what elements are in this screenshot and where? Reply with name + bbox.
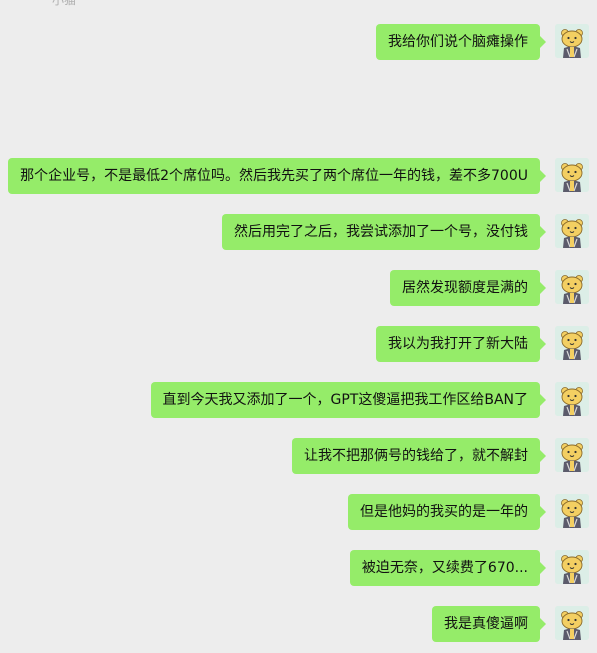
message-row: 我给你们说个脑瘫操作 (376, 24, 589, 60)
message-row: 我以为我打开了新大陆 (376, 326, 589, 362)
cartoon-bear-avatar-icon (555, 438, 589, 472)
partial-top-text: 小猫 (52, 0, 77, 7)
message-bubble[interactable]: 但是他妈的我买的是一年的 (348, 494, 546, 530)
message-bubble[interactable]: 然后用完了之后，我尝试添加了一个号，没付钱 (222, 214, 546, 250)
message-row: 那个企业号，不是最低2个席位吗。然后我先买了两个席位一年的钱，差不多700U (8, 158, 589, 194)
avatar[interactable] (555, 326, 589, 360)
message-row: 居然发现额度是满的 (390, 270, 589, 306)
avatar[interactable] (555, 270, 589, 304)
cartoon-bear-avatar-icon (555, 270, 589, 304)
avatar[interactable] (555, 494, 589, 528)
avatar[interactable] (555, 382, 589, 416)
message-bubble[interactable]: 我给你们说个脑瘫操作 (376, 24, 546, 60)
message-bubble[interactable]: 我以为我打开了新大陆 (376, 326, 546, 362)
cartoon-bear-avatar-icon (555, 214, 589, 248)
message-bubble[interactable]: 我是真傻逼啊 (432, 606, 546, 642)
message-row: 我是真傻逼啊 (432, 606, 589, 642)
avatar[interactable] (555, 550, 589, 584)
cartoon-bear-avatar-icon (555, 158, 589, 192)
message-bubble[interactable]: 直到今天我又添加了一个，GPT这傻逼把我工作区给BAN了 (150, 382, 546, 418)
message-row: 然后用完了之后，我尝试添加了一个号，没付钱 (222, 214, 589, 250)
message-row: 直到今天我又添加了一个，GPT这傻逼把我工作区给BAN了 (150, 382, 589, 418)
cartoon-bear-avatar-icon (555, 606, 589, 640)
avatar[interactable] (555, 158, 589, 192)
message-row: 但是他妈的我买的是一年的 (348, 494, 589, 530)
cartoon-bear-avatar-icon (555, 24, 589, 58)
message-row: 被迫无奈，又续费了670... (349, 550, 589, 586)
message-bubble[interactable]: 居然发现额度是满的 (390, 270, 546, 306)
cartoon-bear-avatar-icon (555, 494, 589, 528)
message-bubble[interactable]: 让我不把那俩号的钱给了，就不解封 (292, 438, 546, 474)
avatar[interactable] (555, 214, 589, 248)
avatar[interactable] (555, 438, 589, 472)
message-bubble[interactable]: 被迫无奈，又续费了670... (349, 550, 547, 586)
cartoon-bear-avatar-icon (555, 326, 589, 360)
avatar[interactable] (555, 24, 589, 58)
message-bubble[interactable]: 那个企业号，不是最低2个席位吗。然后我先买了两个席位一年的钱，差不多700U (8, 158, 546, 194)
avatar[interactable] (555, 606, 589, 640)
cartoon-bear-avatar-icon (555, 382, 589, 416)
chat-area: 小猫 我给你们说个脑瘫操作 那个企业号，不是最低2个席位吗。然后我先买了两个席位… (0, 0, 597, 653)
cartoon-bear-avatar-icon (555, 550, 589, 584)
message-row: 让我不把那俩号的钱给了，就不解封 (292, 438, 589, 474)
